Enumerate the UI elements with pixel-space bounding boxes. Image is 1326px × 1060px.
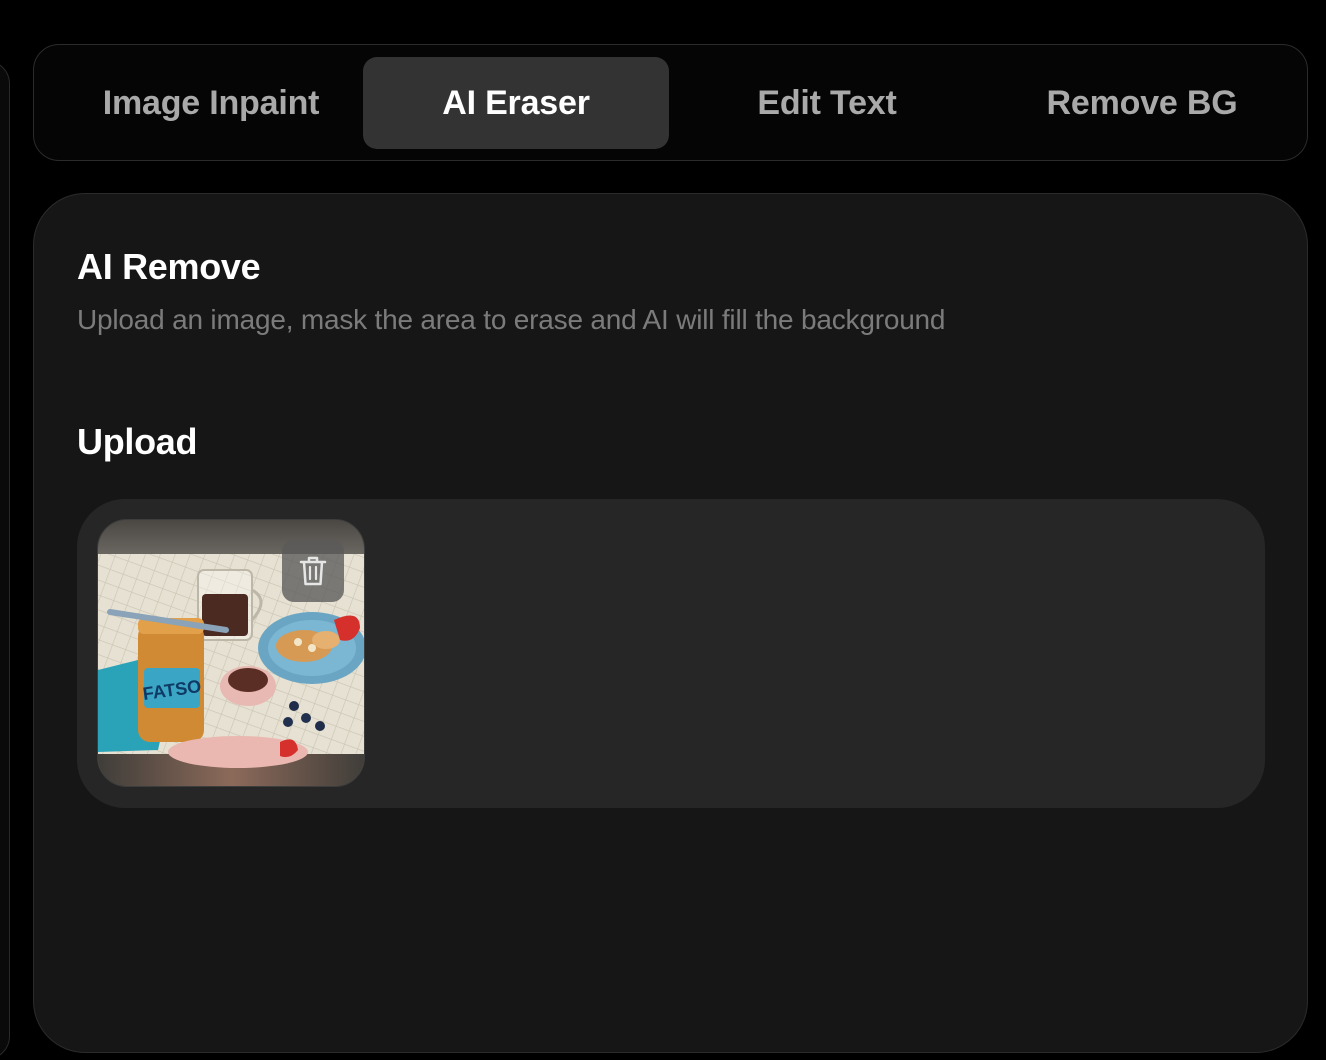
ai-remove-panel: AI Remove Upload an image, mask the area… bbox=[33, 193, 1308, 1053]
tool-tabs: Image Inpaint AI Eraser Edit Text Remove… bbox=[33, 44, 1308, 161]
left-sidebar-edge bbox=[0, 60, 10, 1060]
uploaded-image-thumbnail[interactable]: FATSO bbox=[97, 519, 365, 787]
delete-image-button[interactable] bbox=[282, 540, 344, 602]
tab-ai-eraser[interactable]: AI Eraser bbox=[363, 57, 669, 149]
panel-description: Upload an image, mask the area to erase … bbox=[77, 304, 946, 335]
tab-image-inpaint[interactable]: Image Inpaint bbox=[58, 57, 364, 149]
tab-edit-text[interactable]: Edit Text bbox=[674, 57, 980, 149]
upload-section-label: Upload bbox=[77, 421, 198, 462]
trash-icon bbox=[299, 556, 327, 586]
tab-remove-bg[interactable]: Remove BG bbox=[989, 57, 1295, 149]
upload-dropzone[interactable]: FATSO bbox=[77, 499, 1265, 808]
panel-title: AI Remove bbox=[77, 246, 261, 287]
